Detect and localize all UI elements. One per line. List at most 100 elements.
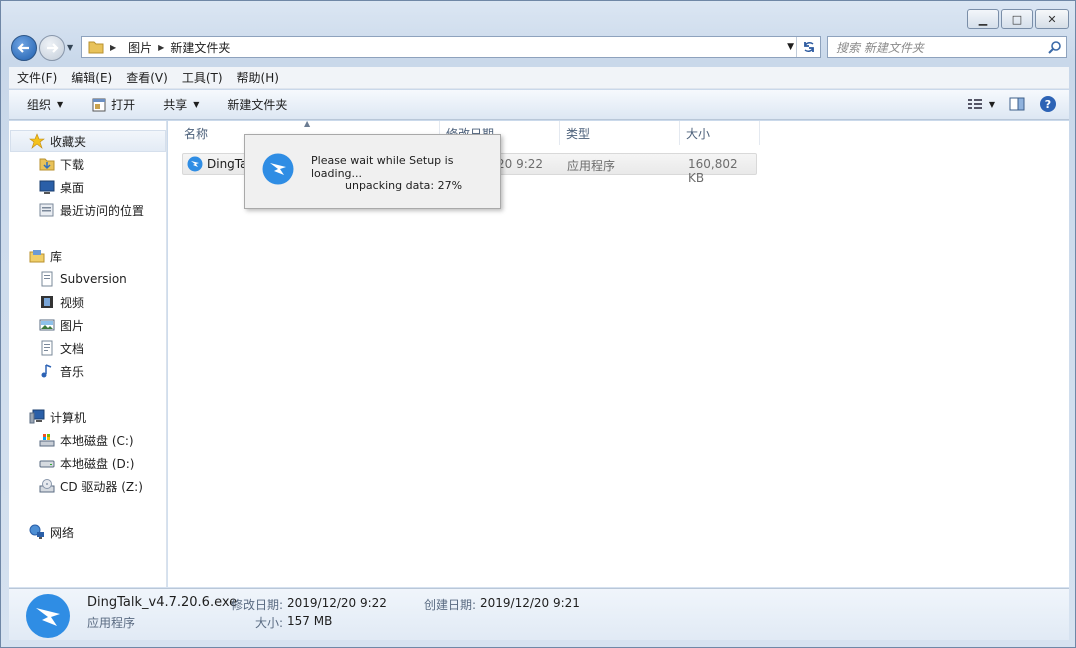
dingtalk-logo-icon bbox=[262, 153, 294, 185]
arrow-right-icon bbox=[47, 43, 59, 53]
details-size-value: 157 MB bbox=[287, 614, 333, 628]
recent-places-icon bbox=[39, 203, 54, 217]
sidebar-item-documents[interactable]: 文档 bbox=[39, 337, 84, 359]
help-icon[interactable]: ? bbox=[1039, 95, 1057, 113]
sidebar-item-videos[interactable]: 视频 bbox=[39, 291, 84, 313]
share-button[interactable]: 共享 ▼ bbox=[163, 96, 199, 113]
sidebar-item-subversion[interactable]: Subversion bbox=[39, 268, 127, 290]
network-icon bbox=[29, 524, 44, 539]
breadcrumb-new-folder[interactable]: 新建文件夹 bbox=[170, 39, 230, 56]
star-icon bbox=[29, 133, 45, 149]
menu-edit[interactable]: 编辑(E) bbox=[71, 69, 112, 86]
recent-pages-chevron-icon[interactable]: ▼ bbox=[67, 43, 73, 52]
sidebar-label: 本地磁盘 (C:) bbox=[60, 433, 134, 448]
sidebar-label: 收藏夹 bbox=[50, 134, 87, 149]
details-pane: DingTalk_v4.7.20.6.exe 应用程序 修改日期: 2019/1… bbox=[9, 588, 1069, 640]
organize-button[interactable]: 组织 ▼ bbox=[27, 96, 63, 113]
sidebar-item-network[interactable]: 网络 bbox=[29, 521, 74, 543]
sidebar-label: 网络 bbox=[50, 525, 75, 540]
details-modified-value: 2019/12/20 9:22 bbox=[287, 596, 387, 610]
minimize-button[interactable]: ▁ bbox=[967, 9, 999, 29]
sidebar-label: 图片 bbox=[60, 318, 85, 333]
explorer-window: ▁ □ ✕ ▼ ▶ 图片 ▶ 新建文件夹 ▼ 搜索 新建文件夹 文件(F) 编辑… bbox=[0, 0, 1076, 648]
address-bar[interactable]: ▶ 图片 ▶ 新建文件夹 ▼ bbox=[81, 36, 821, 58]
menu-view[interactable]: 查看(V) bbox=[126, 69, 168, 86]
maximize-button[interactable]: □ bbox=[1001, 9, 1033, 29]
chevron-down-icon: ▼ bbox=[57, 100, 64, 109]
search-input[interactable]: 搜索 新建文件夹 bbox=[827, 36, 1067, 58]
forward-button[interactable] bbox=[39, 35, 65, 61]
folder-icon bbox=[88, 41, 104, 54]
back-button[interactable] bbox=[11, 35, 37, 61]
command-bar: 组织 ▼ 打开 共享 ▼ 新建文件夹 ▼ ? bbox=[9, 90, 1069, 120]
sidebar-item-computer[interactable]: 计算机 bbox=[29, 406, 86, 428]
view-chevron-down-icon[interactable]: ▼ bbox=[989, 100, 995, 109]
details-created-value: 2019/12/20 9:21 bbox=[480, 596, 580, 610]
sidebar-item-pictures[interactable]: 图片 bbox=[39, 314, 84, 336]
svg-text:?: ? bbox=[1045, 98, 1051, 111]
music-icon bbox=[41, 364, 52, 378]
preview-pane-icon[interactable] bbox=[1009, 96, 1025, 112]
address-row: ▼ ▶ 图片 ▶ 新建文件夹 ▼ 搜索 新建文件夹 bbox=[9, 33, 1069, 61]
menu-tools[interactable]: 工具(T) bbox=[182, 69, 223, 86]
sidebar-item-drive-z[interactable]: CD 驱动器 (Z:) bbox=[39, 475, 143, 497]
refresh-icon bbox=[803, 42, 814, 52]
view-options-icon[interactable] bbox=[967, 97, 983, 111]
open-icon bbox=[92, 98, 106, 111]
open-button[interactable]: 打开 bbox=[91, 96, 135, 113]
sidebar-item-drive-d[interactable]: 本地磁盘 (D:) bbox=[39, 452, 134, 474]
sidebar-label: 库 bbox=[50, 249, 63, 264]
breadcrumb-separator-icon[interactable]: ▶ bbox=[110, 43, 116, 52]
sidebar-label: 音乐 bbox=[60, 364, 85, 379]
sidebar-item-drive-c[interactable]: 本地磁盘 (C:) bbox=[39, 429, 134, 451]
downloads-folder-icon bbox=[39, 158, 55, 171]
details-created-label: 创建日期: bbox=[424, 598, 477, 612]
pictures-icon bbox=[39, 319, 55, 331]
sidebar-label: 计算机 bbox=[50, 410, 87, 425]
sidebar-item-libraries[interactable]: 库 bbox=[29, 245, 62, 267]
sidebar-label: 文档 bbox=[60, 341, 85, 356]
new-folder-button[interactable]: 新建文件夹 bbox=[227, 96, 287, 113]
sidebar-label: 本地磁盘 (D:) bbox=[60, 456, 135, 471]
navigation-pane: 收藏夹 下载 桌面 最近访问的位置 库 Subversion 视频 图片 文档 … bbox=[9, 121, 167, 587]
libraries-icon bbox=[29, 250, 45, 263]
breadcrumb-separator-icon[interactable]: ▶ bbox=[158, 43, 164, 52]
sidebar-item-downloads[interactable]: 下载 bbox=[39, 153, 84, 175]
open-label: 打开 bbox=[111, 98, 136, 112]
maximize-icon: □ bbox=[1011, 12, 1023, 26]
video-icon bbox=[41, 296, 53, 308]
details-modified-label: 修改日期: bbox=[231, 598, 284, 612]
close-button[interactable]: ✕ bbox=[1035, 9, 1069, 29]
search-placeholder: 搜索 新建文件夹 bbox=[836, 40, 924, 55]
file-modified: 20 9:22 bbox=[497, 157, 544, 171]
dingtalk-large-icon bbox=[26, 594, 70, 638]
sidebar-item-desktop[interactable]: 桌面 bbox=[39, 176, 84, 198]
search-icon[interactable] bbox=[1048, 40, 1062, 54]
minimize-icon: ▁ bbox=[978, 12, 988, 26]
documents-icon bbox=[41, 340, 53, 356]
sidebar-label: 桌面 bbox=[60, 180, 85, 195]
system-drive-icon bbox=[39, 434, 55, 447]
computer-icon bbox=[29, 409, 45, 424]
address-dropdown-icon[interactable]: ▼ bbox=[787, 42, 794, 52]
sidebar-item-recent-places[interactable]: 最近访问的位置 bbox=[39, 199, 144, 221]
sidebar-item-favorites[interactable]: 收藏夹 bbox=[10, 130, 166, 152]
sidebar-label: CD 驱动器 (Z:) bbox=[60, 479, 143, 494]
desktop-icon bbox=[39, 180, 55, 194]
menu-file[interactable]: 文件(F) bbox=[17, 69, 57, 86]
dingtalk-icon bbox=[187, 156, 203, 172]
details-filename: DingTalk_v4.7.20.6.exe bbox=[87, 595, 238, 610]
hard-drive-icon bbox=[39, 460, 55, 468]
menu-help[interactable]: 帮助(H) bbox=[237, 69, 279, 86]
breadcrumb-pictures[interactable]: 图片 bbox=[128, 39, 152, 56]
column-header-size[interactable]: 大小 bbox=[680, 121, 760, 145]
column-header-label: 名称 bbox=[184, 126, 209, 141]
sidebar-label: 下载 bbox=[60, 157, 85, 172]
sidebar-item-music[interactable]: 音乐 bbox=[39, 360, 84, 382]
refresh-button[interactable] bbox=[796, 37, 820, 57]
column-header-type[interactable]: 类型 bbox=[560, 121, 680, 145]
details-size-label: 大小: bbox=[255, 616, 284, 630]
details-type: 应用程序 bbox=[87, 616, 136, 630]
arrow-left-icon bbox=[17, 43, 29, 53]
sidebar-label: 最近访问的位置 bbox=[60, 203, 145, 218]
